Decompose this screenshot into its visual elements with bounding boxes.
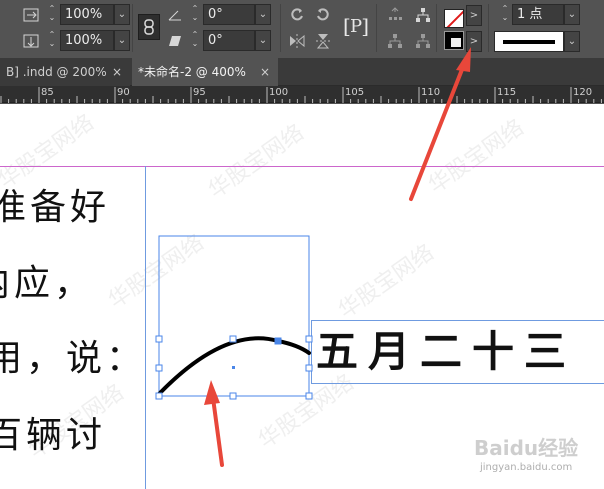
selection-handle[interactable] xyxy=(155,364,163,372)
rotate-dropdown[interactable]: ⌄ xyxy=(255,4,271,25)
stroke-swatch-dropdown[interactable]: > xyxy=(466,31,482,52)
divider xyxy=(436,4,437,52)
selection-handle[interactable] xyxy=(155,392,163,400)
ruler-label: 120 xyxy=(573,87,593,98)
ruler-label: 105 xyxy=(345,87,365,98)
ruler-label: 110 xyxy=(421,87,441,98)
divider xyxy=(376,4,377,52)
ruler-label: 95 xyxy=(193,87,206,98)
scale-y-field[interactable]: 100% xyxy=(60,30,114,51)
tab-label: *未命名-2 @ 400% xyxy=(138,65,246,79)
baidu-url: jingyan.baidu.com xyxy=(480,462,573,473)
divider xyxy=(280,4,281,52)
selection-handle[interactable] xyxy=(229,392,237,400)
select-container-icon[interactable] xyxy=(386,6,404,24)
tab-label: B] .indd @ 200% xyxy=(6,65,107,79)
scale-y-dropdown[interactable]: ⌄ xyxy=(114,30,130,51)
close-icon[interactable]: × xyxy=(112,58,122,86)
select-previous-icon[interactable] xyxy=(386,32,404,50)
rotate-spinner[interactable]: ⌃ ⌄ xyxy=(188,4,202,24)
control-row-1: ⌃ ⌄ 100% ⌄ ⌃ ⌄ 0° ⌄ > ⌃ ⌄ 1 点 ⌄ xyxy=(0,3,604,29)
tab-document-2[interactable]: *未命名-2 @ 400% × xyxy=(132,58,278,86)
center-point xyxy=(232,366,235,369)
scale-x-field[interactable]: 100% xyxy=(60,4,114,25)
anchor-point[interactable] xyxy=(274,337,282,345)
divider xyxy=(488,4,489,52)
stroke-swatch[interactable] xyxy=(444,31,464,50)
constrain-proportions-icon[interactable] xyxy=(138,14,160,40)
document-tab-bar: B] .indd @ 200% × *未命名-2 @ 400% × xyxy=(0,58,604,86)
flip-horizontal-icon[interactable] xyxy=(288,32,306,50)
scale-x-icon xyxy=(22,6,40,24)
rotate-cw-icon[interactable] xyxy=(288,6,306,24)
close-icon[interactable]: × xyxy=(260,58,270,86)
fill-swatch-none[interactable] xyxy=(444,9,464,28)
tab-document-1[interactable]: B] .indd @ 200% × xyxy=(0,58,130,86)
fill-swatch-dropdown[interactable]: > xyxy=(466,5,482,26)
selection-handle[interactable] xyxy=(155,335,163,343)
scale-y-spinner[interactable]: ⌃ ⌄ xyxy=(45,30,59,50)
ruler-label: 100 xyxy=(269,87,289,98)
scale-x-spinner[interactable]: ⌃ ⌄ xyxy=(45,4,59,24)
rotate-icon xyxy=(166,6,184,24)
flip-vertical-icon[interactable] xyxy=(314,32,332,50)
stroke-weight-dropdown[interactable]: ⌄ xyxy=(564,4,580,25)
shear-spinner[interactable]: ⌃ ⌄ xyxy=(188,30,202,50)
ruler-label: 90 xyxy=(117,87,130,98)
ruler-label: 115 xyxy=(497,87,517,98)
shear-dropdown[interactable]: ⌄ xyxy=(255,30,271,51)
select-content-icon[interactable] xyxy=(414,6,432,24)
reference-point-icon[interactable]: P xyxy=(343,12,369,40)
shear-field[interactable]: 0° xyxy=(203,30,255,51)
stroke-type-preview[interactable] xyxy=(494,31,564,52)
rotate-ccw-icon[interactable] xyxy=(314,6,332,24)
ruler-label: 85 xyxy=(41,87,54,98)
select-next-icon[interactable] xyxy=(414,32,432,50)
scale-y-icon xyxy=(22,32,40,50)
stroke-weight-field[interactable]: 1 点 xyxy=(512,4,564,25)
stroke-type-dropdown[interactable]: ⌄ xyxy=(564,31,580,52)
rotate-field[interactable]: 0° xyxy=(203,4,255,25)
scale-x-dropdown[interactable]: ⌄ xyxy=(114,4,130,25)
baidu-logo: Baidu经验 xyxy=(474,436,579,460)
baidu-watermark: Baidu经验 jingyan.baidu.com xyxy=(474,432,598,484)
control-panel: ⌃ ⌄ 100% ⌄ ⌃ ⌄ 0° ⌄ > ⌃ ⌄ 1 点 ⌄ ⌃ ⌄ 100%… xyxy=(0,0,604,58)
stroke-weight-spinner[interactable]: ⌃ ⌄ xyxy=(498,4,512,24)
selection-handle[interactable] xyxy=(305,335,313,343)
divider xyxy=(132,4,133,52)
selection-handle[interactable] xyxy=(229,335,237,343)
selection-handle[interactable] xyxy=(305,392,313,400)
shear-icon xyxy=(166,32,184,50)
selection-handle[interactable] xyxy=(305,364,313,372)
horizontal-ruler[interactable]: 85 90 95 100 105 110 115 120 xyxy=(0,86,604,103)
